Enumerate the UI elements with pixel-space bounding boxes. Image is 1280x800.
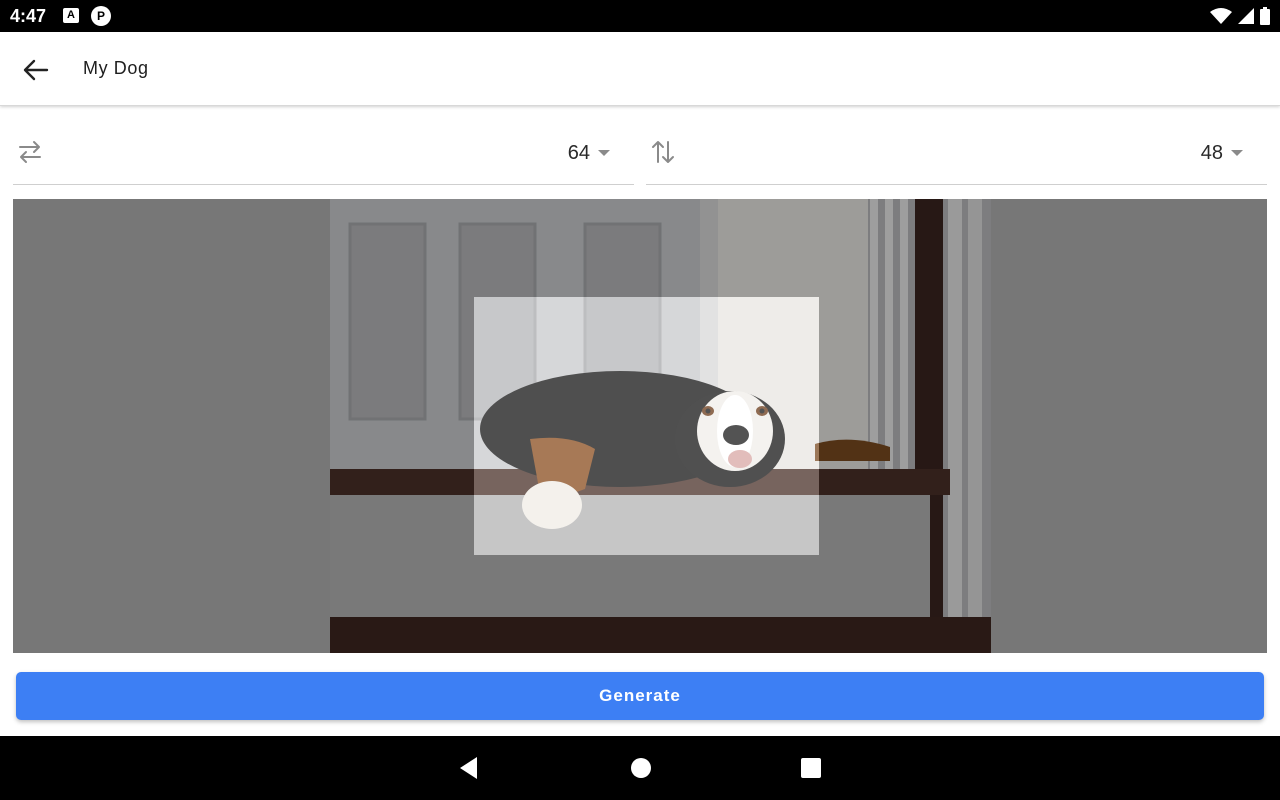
notification-p-icon: P bbox=[91, 6, 111, 26]
circle-home-icon[interactable] bbox=[627, 754, 655, 782]
status-icons bbox=[1210, 6, 1270, 26]
page-title: My Dog bbox=[83, 58, 149, 78]
battery-icon bbox=[1260, 7, 1270, 25]
swap-horizontal-icon bbox=[19, 141, 41, 163]
triangle-back-icon[interactable] bbox=[455, 754, 483, 782]
image-canvas bbox=[13, 199, 1267, 653]
generate-button-label: Generate bbox=[599, 686, 681, 705]
height-value: 48 bbox=[1200, 141, 1223, 164]
crop-selection[interactable] bbox=[474, 297, 819, 555]
width-dropdown[interactable]: 64 bbox=[568, 139, 610, 167]
square-recents-icon[interactable] bbox=[797, 754, 825, 782]
height-dropdown[interactable]: 48 bbox=[1201, 139, 1243, 167]
generate-button[interactable]: Generate bbox=[16, 672, 1264, 720]
back-button[interactable] bbox=[14, 48, 58, 92]
status-bar: 4:47 A P bbox=[0, 0, 1280, 32]
swap-vertical-icon bbox=[652, 141, 674, 163]
signal-icon bbox=[1238, 8, 1254, 24]
width-value: 64 bbox=[567, 141, 590, 164]
crop-highlight bbox=[474, 297, 819, 555]
width-control: 64 bbox=[13, 125, 634, 185]
chevron-down-icon bbox=[1231, 150, 1243, 156]
chevron-down-icon bbox=[598, 150, 610, 156]
app-bar: My Dog bbox=[0, 32, 1280, 106]
height-control: 48 bbox=[646, 125, 1267, 185]
notification-a-icon: A bbox=[63, 8, 79, 23]
wifi-icon bbox=[1210, 8, 1232, 24]
arrow-back-icon bbox=[23, 59, 49, 81]
status-time: 4:47 bbox=[10, 6, 47, 26]
system-nav-bar bbox=[0, 736, 1280, 800]
